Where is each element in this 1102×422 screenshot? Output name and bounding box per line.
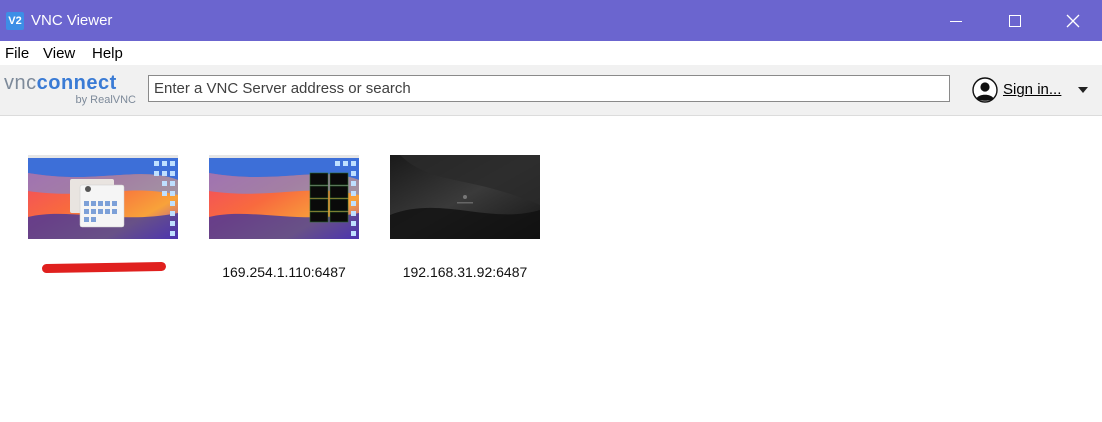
connection-label: 169.254.1.110:6487 [222, 264, 346, 280]
minimize-button[interactable] [927, 0, 985, 41]
desktop-preview-image [28, 155, 178, 239]
connection-tile[interactable] [28, 155, 178, 274]
toolbar: vncconnect by RealVNC Sign in... [0, 65, 1102, 116]
close-button[interactable] [1044, 0, 1102, 41]
desktop-preview-image [209, 155, 359, 239]
connection-tile[interactable]: 192.168.31.92:6487 [390, 155, 540, 280]
menu-help[interactable]: Help [92, 45, 123, 63]
logo-subtitle: by RealVNC [75, 94, 136, 106]
title-bar: V2 VNC Viewer [0, 0, 1102, 41]
close-icon [1066, 14, 1080, 28]
maximize-button[interactable] [986, 0, 1044, 41]
menu-bar: File View Help [0, 41, 1102, 65]
connection-label: 192.168.31.92:6487 [402, 264, 528, 280]
sign-in-button[interactable]: Sign in... [972, 76, 1096, 104]
connection-tile[interactable]: 169.254.1.110:6487 [209, 155, 359, 280]
logo-connect-text: connect [36, 72, 117, 94]
user-avatar-icon [972, 77, 998, 103]
desktop-preview-image [390, 155, 540, 239]
server-address-search-input[interactable] [148, 75, 950, 102]
chevron-down-icon[interactable] [1078, 87, 1088, 93]
vnc-viewer-app-icon: V2 [6, 12, 24, 30]
logo-vnc-text: vnc [4, 72, 37, 94]
menu-view[interactable]: View [43, 45, 75, 63]
sign-in-label: Sign in... [1003, 81, 1062, 98]
vnc-connect-logo: vncconnect by RealVNC [4, 72, 138, 108]
connection-thumbnail[interactable] [209, 155, 359, 239]
menu-file[interactable]: File [5, 45, 29, 63]
redacted-label [41, 261, 167, 274]
connection-thumbnail[interactable] [390, 155, 540, 239]
window-title: VNC Viewer [31, 12, 113, 29]
connection-thumbnail[interactable] [28, 155, 178, 239]
